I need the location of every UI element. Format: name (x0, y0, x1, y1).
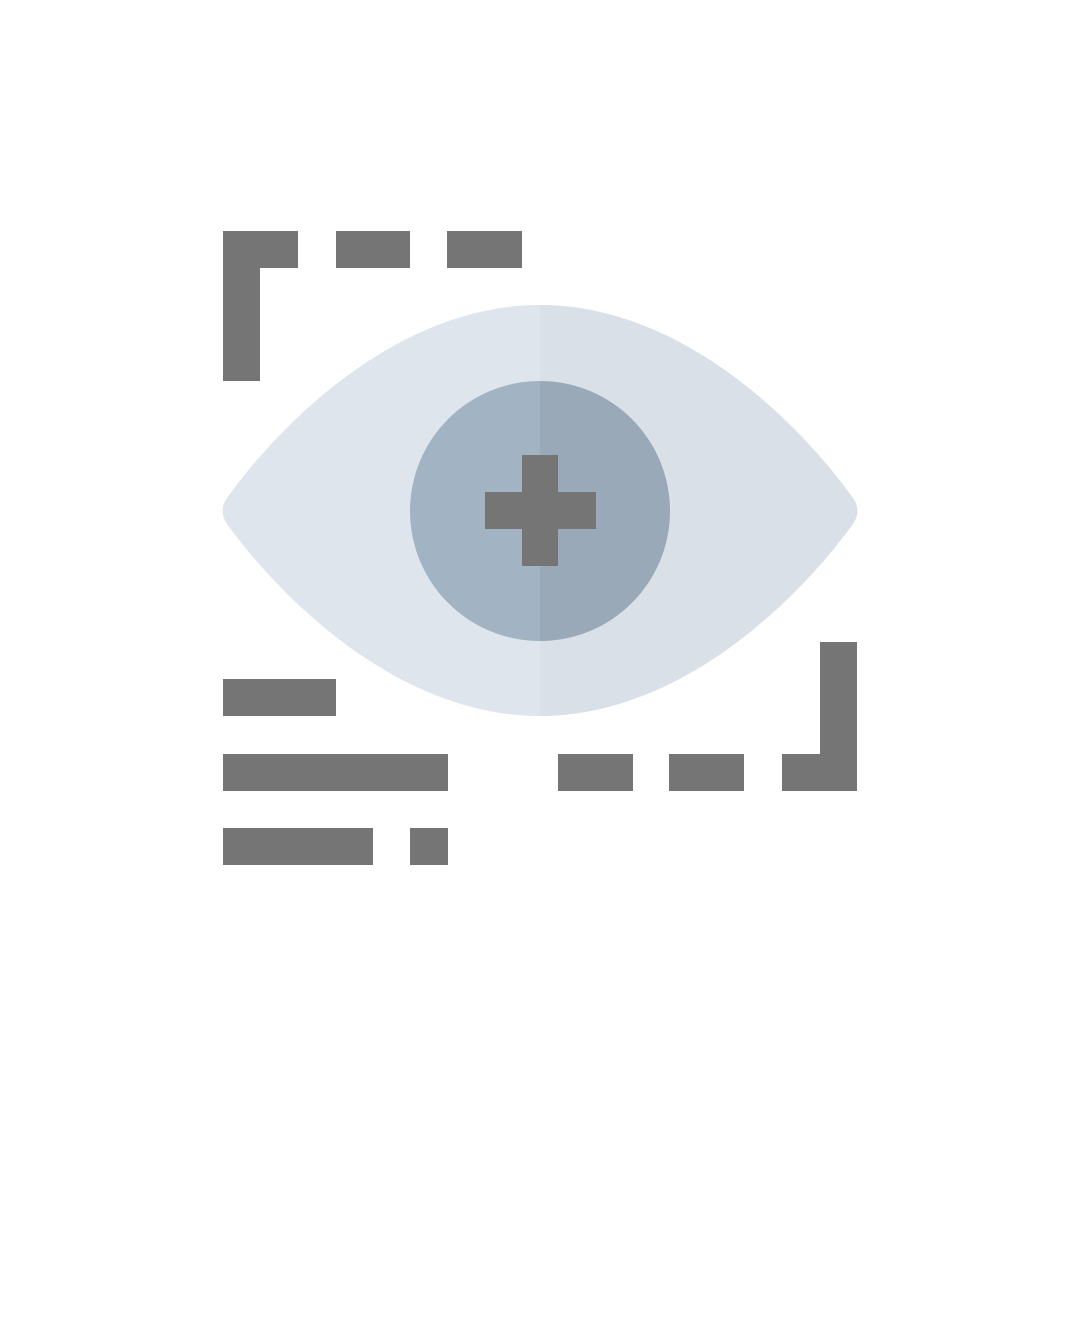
frame-dash-top-2 (447, 231, 522, 268)
text-line-1 (223, 679, 336, 716)
frame-corner-top-left-vertical (223, 231, 260, 381)
frame-dash-top-1 (336, 231, 410, 268)
plus-horizontal (485, 492, 596, 529)
frame-dash-bottom-1 (558, 754, 633, 791)
text-line-3 (223, 828, 373, 865)
frame-corner-bottom-right-horizontal (782, 754, 857, 791)
text-lines (223, 679, 448, 865)
frame-dash-bottom-2 (669, 754, 744, 791)
text-line-2 (223, 754, 448, 791)
text-line-3-dot (410, 828, 448, 865)
eye-scan-plus-icon (222, 231, 858, 865)
